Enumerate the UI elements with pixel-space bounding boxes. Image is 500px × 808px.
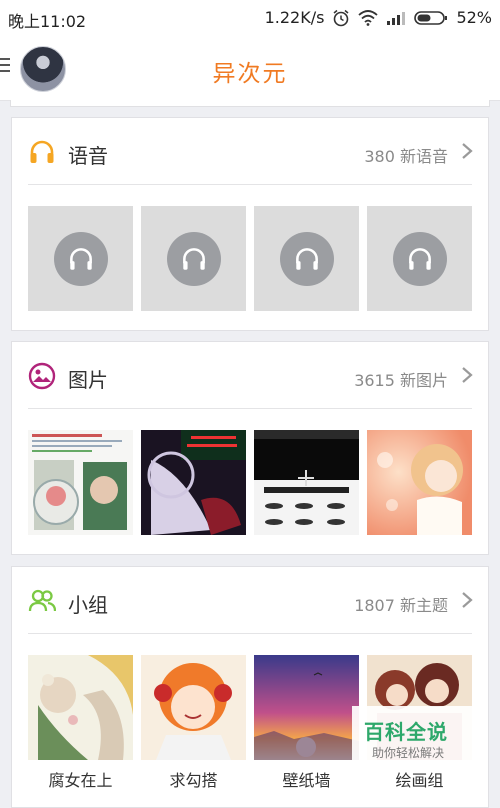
divider xyxy=(28,184,472,185)
status-right: 1.22K/s 52% xyxy=(265,8,492,27)
images-section: 图片 3615 新图片 xyxy=(11,341,489,555)
page-title: 异次元 xyxy=(212,61,288,87)
anime-girl-thumbnail xyxy=(367,430,472,535)
group-name: 腐女在上 xyxy=(48,771,113,790)
voice-item[interactable] xyxy=(254,206,359,311)
headphones-icon xyxy=(408,247,431,270)
battery-level: 52% xyxy=(456,8,492,27)
voice-item[interactable] xyxy=(28,206,133,311)
groups-section-title: 小组 xyxy=(68,593,108,617)
voice-item[interactable] xyxy=(367,206,472,311)
chevron-right-icon xyxy=(462,592,473,608)
network-speed: 1.22K/s xyxy=(264,8,325,27)
voice-new-count: 380 新语音 xyxy=(364,147,448,166)
images-new-count: 3615 新图片 xyxy=(354,371,448,390)
group-item[interactable]: 求勾搭 xyxy=(141,655,246,790)
voice-section: 语音 380 新语音 xyxy=(11,117,489,331)
app-header: 异次元 xyxy=(0,36,500,101)
group-cover xyxy=(28,655,133,760)
headphones-icon xyxy=(69,247,92,270)
group-name: 绘画组 xyxy=(395,771,444,790)
anime-screenshot-thumbnail xyxy=(28,430,133,535)
voice-item[interactable] xyxy=(141,206,246,311)
image-tiles xyxy=(28,430,472,535)
voice-section-title: 语音 xyxy=(68,144,108,168)
alarm-icon xyxy=(333,9,349,26)
groups-section-header[interactable]: 小组 1807 新主题 xyxy=(12,567,488,633)
group-name: 壁纸墙 xyxy=(282,771,331,790)
group-icon xyxy=(28,589,56,612)
kuroshitsuji-thumbnail xyxy=(254,430,359,535)
group-name: 求勾搭 xyxy=(169,771,218,790)
signal-icon xyxy=(387,11,406,25)
group-item[interactable]: 腐女在上 xyxy=(28,655,133,790)
watermark: 百科全说 助你轻松解决 xyxy=(352,706,472,766)
divider xyxy=(28,633,472,634)
headphones-icon xyxy=(295,247,318,270)
voice-section-header[interactable]: 语音 380 新语音 xyxy=(12,118,488,184)
picture-icon xyxy=(28,362,56,390)
status-bar: 晚上11:02 1.22K/s 52% xyxy=(0,0,500,36)
wifi-icon xyxy=(358,9,379,26)
groups-section: 小组 1807 新主题 腐女在上 求勾搭 壁纸墙 绘画组 xyxy=(11,566,489,808)
watermark-sub: 助你轻松解决 xyxy=(372,746,445,760)
anime-screenshot-thumbnail xyxy=(141,430,246,535)
chevron-right-icon xyxy=(462,367,473,383)
group-cover xyxy=(254,655,359,760)
headphones-icon xyxy=(182,247,205,270)
status-time: 晚上11:02 xyxy=(8,12,87,31)
headphones-icon xyxy=(30,140,54,163)
group-item[interactable]: 壁纸墙 xyxy=(254,655,359,790)
watermark-main: 百科全说 xyxy=(364,720,448,744)
group-cover-image xyxy=(141,655,246,760)
image-thumbnail[interactable] xyxy=(28,430,133,535)
group-cover-image xyxy=(254,655,359,760)
image-thumbnail[interactable] xyxy=(367,430,472,535)
images-section-title: 图片 xyxy=(68,368,108,392)
battery-icon xyxy=(414,10,448,25)
previous-card-edge xyxy=(10,100,490,107)
divider xyxy=(28,408,472,409)
group-cover-image xyxy=(28,655,133,760)
images-section-header[interactable]: 图片 3615 新图片 xyxy=(12,342,488,408)
voice-tiles xyxy=(28,206,472,311)
image-thumbnail[interactable] xyxy=(254,430,359,535)
groups-new-count: 1807 新主题 xyxy=(354,596,448,615)
image-thumbnail[interactable] xyxy=(141,430,246,535)
chevron-right-icon xyxy=(462,143,473,159)
group-cover xyxy=(141,655,246,760)
